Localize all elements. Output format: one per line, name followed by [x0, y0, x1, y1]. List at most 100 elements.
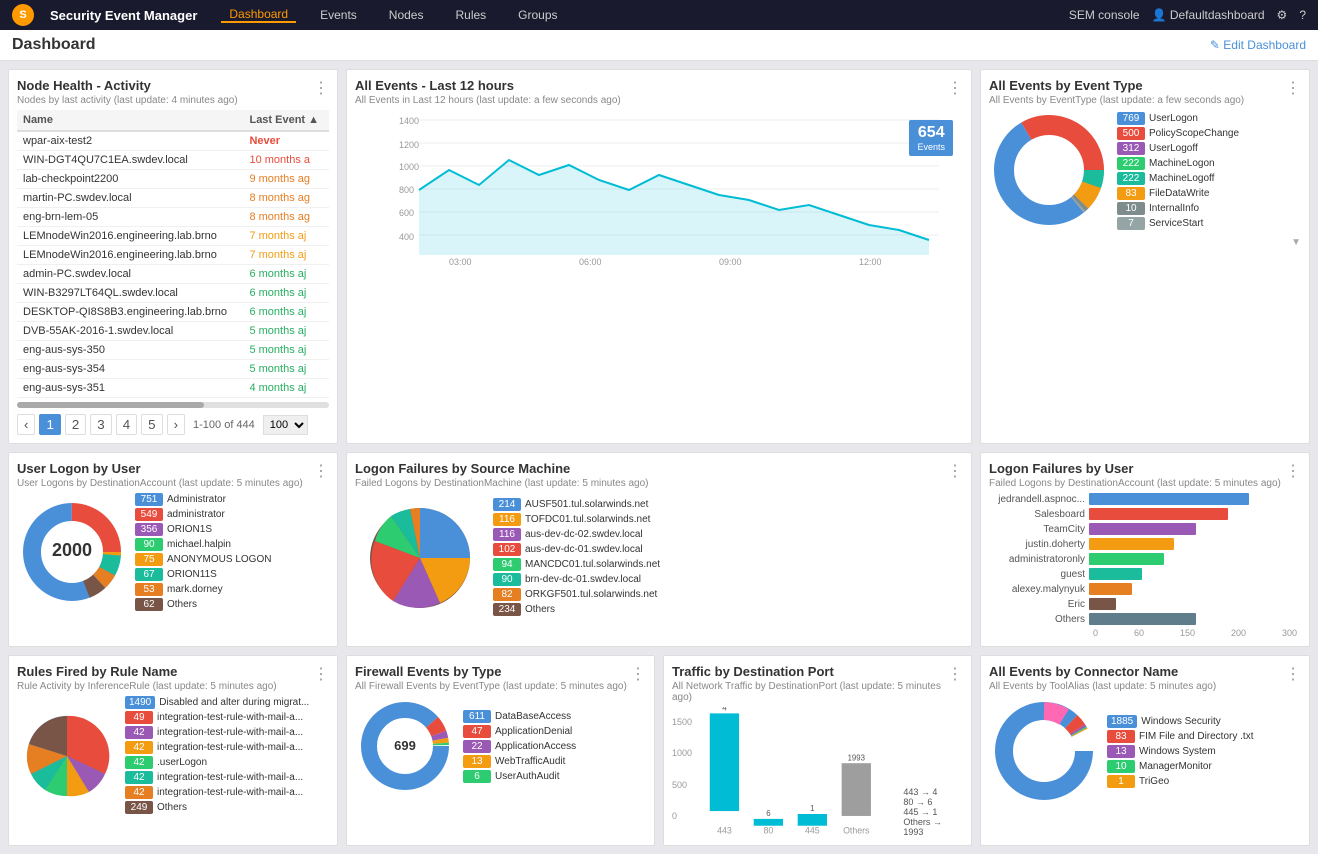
page-1-btn[interactable]: 1: [39, 414, 60, 435]
connector-name-legend: 1885 Windows Security 83 FIM File and Di…: [1107, 715, 1253, 790]
edit-dashboard-link[interactable]: Edit Dashboard: [1210, 38, 1306, 52]
legend-label: ApplicationDenial: [495, 726, 572, 737]
legend-label: .userLogon: [157, 757, 207, 768]
table-row: admin-PC.swdev.local6 months aj: [17, 265, 329, 284]
connector-name-menu[interactable]: ⋮: [1285, 664, 1301, 684]
legend-item: 90 michael.halpin: [135, 538, 271, 551]
legend-item: 49 integration-test-rule-with-mail-a...: [125, 711, 309, 724]
legend-item: 116 TOFDC01.tul.solarwinds.net: [493, 513, 660, 526]
col-name[interactable]: Name: [17, 110, 243, 131]
bar-row: alexey.malynyuk: [989, 583, 1301, 595]
legend-item: 611 DataBaseAccess: [463, 710, 576, 723]
table-row: DVB-55AK-2016-1.swdev.local5 months aj: [17, 322, 329, 341]
sem-console-link[interactable]: SEM console: [1069, 8, 1140, 22]
nav-groups[interactable]: Groups: [510, 8, 565, 22]
col-last-event[interactable]: Last Event ▲: [243, 110, 329, 131]
bar-label: Others: [989, 614, 1089, 625]
legend-count: 102: [493, 543, 521, 556]
logon-failures-pie: [355, 493, 485, 623]
firewall-events-menu[interactable]: ⋮: [630, 664, 646, 684]
page-2-btn[interactable]: 2: [65, 414, 86, 435]
page-4-btn[interactable]: 4: [116, 414, 137, 435]
all-events-title: All Events - Last 12 hours: [355, 78, 621, 93]
svg-text:09:00: 09:00: [719, 257, 742, 267]
all-events-menu[interactable]: ⋮: [947, 78, 963, 98]
logon-failures-user-chart: jedrandell.aspnoc... Salesboard TeamCity…: [989, 493, 1301, 625]
events-by-type-menu[interactable]: ⋮: [1285, 78, 1301, 98]
user-logon-menu[interactable]: ⋮: [313, 461, 329, 481]
node-name: lab-checkpoint2200: [17, 170, 243, 189]
settings-icon[interactable]: ⚙: [1277, 8, 1288, 22]
svg-text:1: 1: [810, 804, 814, 813]
page-5-btn[interactable]: 5: [141, 414, 162, 435]
nav-rules[interactable]: Rules: [447, 8, 494, 22]
legend-label: MachineLogoff: [1149, 173, 1214, 184]
app-logo: S: [12, 4, 34, 26]
help-icon[interactable]: ?: [1299, 8, 1306, 22]
last-event: 5 months aj: [243, 360, 329, 379]
table-row: eng-brn-lem-058 months ag: [17, 208, 329, 227]
legend-item: 249 Others: [125, 801, 309, 814]
next-page-btn[interactable]: ›: [167, 414, 185, 435]
legend-label: PolicyScopeChange: [1149, 128, 1239, 139]
rules-fired-subtitle: Rule Activity by InferenceRule (last upd…: [17, 681, 277, 692]
events-by-type-chart: 769 UserLogon 500 PolicyScopeChange 312 …: [989, 110, 1301, 233]
horizontal-scrollbar[interactable]: [17, 402, 329, 408]
svg-text:6: 6: [766, 809, 770, 818]
legend-item: 67 ORION11S: [135, 568, 271, 581]
legend-label: MachineLogon: [1149, 158, 1215, 169]
svg-text:443: 443: [717, 826, 732, 836]
bar-row: Eric: [989, 598, 1301, 610]
bar-row: Others: [989, 613, 1301, 625]
svg-text:400: 400: [399, 232, 414, 242]
traffic-dest-menu[interactable]: ⋮: [947, 664, 963, 684]
legend-count: 751: [135, 493, 163, 506]
legend-label: mark.dorney: [167, 584, 223, 595]
legend-item: 13 Windows System: [1107, 745, 1253, 758]
node-health-menu[interactable]: ⋮: [313, 78, 329, 98]
firewall-events-legend: 611 DataBaseAccess 47 ApplicationDenial …: [463, 710, 576, 785]
legend-label: ORION11S: [167, 569, 217, 580]
legend-label: UserAuthAudit: [495, 771, 559, 782]
per-page-select[interactable]: 100 50 25: [263, 415, 308, 435]
all-events-subtitle: All Events in Last 12 hours (last update…: [355, 95, 621, 106]
bar-row: Salesboard: [989, 508, 1301, 520]
legend-label: InternalInfo: [1149, 203, 1199, 214]
node-name: eng-aus-sys-354: [17, 360, 243, 379]
logon-failures-user-menu[interactable]: ⋮: [1285, 461, 1301, 481]
logon-failures-machine-menu[interactable]: ⋮: [947, 461, 963, 481]
page-title: Dashboard: [12, 36, 96, 54]
legend-label: FileDataWrite: [1149, 188, 1209, 199]
legend-count: 42: [125, 756, 153, 769]
logon-failures-machine-legend: 214 AUSF501.tul.solarwinds.net 116 TOFDC…: [493, 498, 660, 618]
traffic-dest-subtitle: All Network Traffic by DestinationPort (…: [672, 681, 947, 703]
legend-label: ANONYMOUS LOGON: [167, 554, 271, 565]
nav-events[interactable]: Events: [312, 8, 365, 22]
last-event: 10 months a: [243, 151, 329, 170]
events-by-type-title: All Events by Event Type: [989, 78, 1244, 93]
legend-item: 6 UserAuthAudit: [463, 770, 576, 783]
rules-fired-menu[interactable]: ⋮: [313, 664, 329, 684]
node-name: LEMnodeWin2016.engineering.lab.brno: [17, 246, 243, 265]
user-logon-title: User Logon by User: [17, 461, 303, 476]
rules-fired-widget: Rules Fired by Rule Name Rule Activity b…: [8, 655, 338, 846]
nav-dashboard[interactable]: Dashboard: [221, 7, 296, 23]
legend-count: 75: [135, 553, 163, 566]
user-menu[interactable]: 👤 Defaultdashboard: [1152, 8, 1265, 22]
bar-fill: [1089, 538, 1174, 550]
svg-text:2000: 2000: [52, 540, 92, 560]
last-event: 7 months aj: [243, 227, 329, 246]
traffic-dest-title: Traffic by Destination Port: [672, 664, 947, 679]
nav-nodes[interactable]: Nodes: [381, 8, 432, 22]
legend-item: 82 ORKGF501.tul.solarwinds.net: [493, 588, 660, 601]
legend-item: 42 integration-test-rule-with-mail-a...: [125, 726, 309, 739]
legend-item: 1885 Windows Security: [1107, 715, 1253, 728]
svg-text:600: 600: [399, 208, 414, 218]
table-row: DESKTOP-QI8S8B3.engineering.lab.brno6 mo…: [17, 303, 329, 322]
page-3-btn[interactable]: 3: [90, 414, 111, 435]
prev-page-btn[interactable]: ‹: [17, 414, 35, 435]
user-logon-subtitle: User Logons by DestinationAccount (last …: [17, 478, 303, 489]
svg-text:1993: 1993: [848, 753, 865, 762]
legend-item: 751 Administrator: [135, 493, 271, 506]
legend-item: 549 administrator: [135, 508, 271, 521]
